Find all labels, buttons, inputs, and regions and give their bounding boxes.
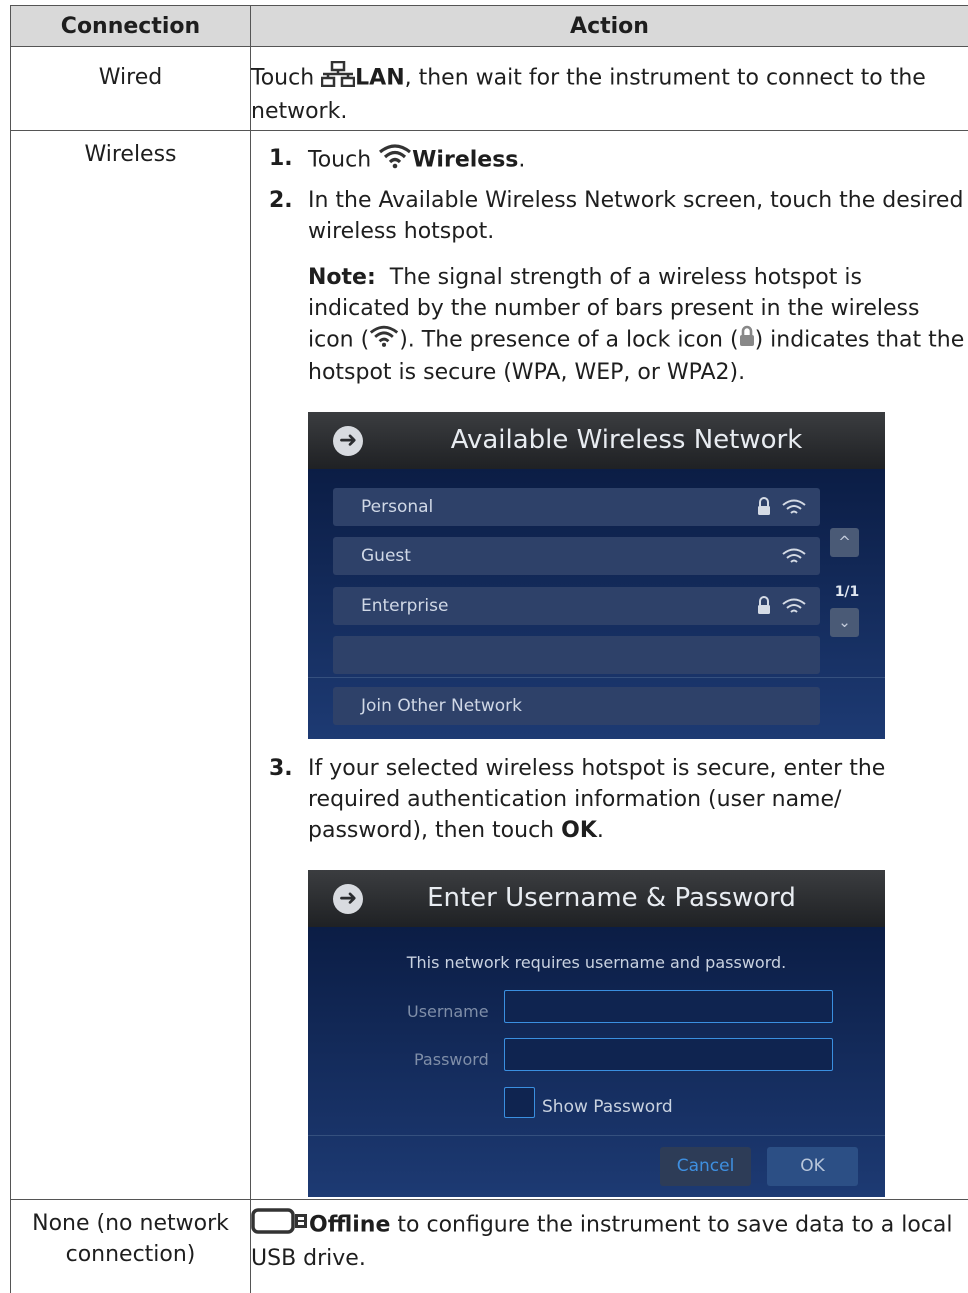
page-down-button[interactable]: ⌄ bbox=[830, 608, 859, 637]
action-cell-wired: Touch LAN, then wait for the instrument … bbox=[251, 47, 968, 131]
wifi-icon-inline bbox=[369, 324, 399, 357]
password-field[interactable] bbox=[504, 1038, 833, 1071]
wired-touch-text: Touch bbox=[251, 66, 314, 91]
show-password-label: Show Password bbox=[542, 1092, 673, 1123]
step-2: 2. In the Available Wireless Network scr… bbox=[251, 185, 968, 247]
wireless-screen-body: Personal bbox=[308, 469, 885, 739]
network-status-icons bbox=[756, 488, 808, 540]
table-row-wired: Wired Touch LAN, then wait for the instr… bbox=[11, 47, 968, 131]
header-action: Action bbox=[251, 6, 968, 47]
network-status-icons bbox=[756, 587, 808, 639]
offline-usb-icon bbox=[251, 1208, 309, 1243]
wifi-icon bbox=[378, 143, 412, 178]
login-screen-title: Enter Username & Password bbox=[338, 880, 885, 916]
lock-icon-inline bbox=[739, 325, 755, 356]
login-screen-body: This network requires username and passw… bbox=[308, 927, 885, 1197]
network-item-enterprise[interactable]: Enterprise bbox=[333, 587, 820, 625]
step-1-touch-text: Touch bbox=[308, 148, 371, 173]
network-name: Enterprise bbox=[361, 587, 448, 625]
wifi-icon bbox=[783, 501, 805, 514]
action-cell-wireless: 1. Touch Wireless. 2. In the Available W… bbox=[251, 131, 968, 1200]
network-status-icons bbox=[756, 537, 808, 589]
page-indicator: 1/1 bbox=[832, 577, 862, 608]
table-header-row: Connection Action bbox=[11, 6, 968, 47]
step-1-number: 1. bbox=[269, 143, 293, 174]
wireless-screen-title: Available Wireless Network bbox=[368, 422, 885, 458]
username-label: Username bbox=[407, 996, 489, 1027]
note-text-2: ). The presence of a lock icon ( bbox=[399, 328, 738, 353]
network-item-empty[interactable] bbox=[333, 636, 820, 674]
available-wireless-network-screenshot: ➜ Available Wireless Network Personal bbox=[308, 412, 885, 739]
lan-label: LAN bbox=[355, 66, 404, 91]
list-divider bbox=[308, 677, 885, 678]
lock-icon bbox=[756, 587, 808, 625]
login-screen-titlebar: ➜ Enter Username & Password bbox=[308, 870, 885, 927]
note: Note: The signal strength of a wireless … bbox=[251, 262, 968, 388]
header-connection: Connection bbox=[11, 6, 251, 47]
step-2-text: In the Available Wireless Network screen… bbox=[308, 188, 963, 244]
step-3-number: 3. bbox=[269, 753, 293, 784]
step-3: 3. If your selected wireless hotspot is … bbox=[251, 753, 968, 846]
wireless-screen-titlebar: ➜ Available Wireless Network bbox=[308, 412, 885, 469]
cancel-button[interactable]: Cancel bbox=[660, 1147, 751, 1186]
network-name: Personal bbox=[361, 488, 433, 526]
connection-cell-wireless: Wireless bbox=[11, 131, 251, 1200]
lock-icon bbox=[756, 488, 808, 526]
step-3-suffix: . bbox=[597, 818, 604, 843]
username-field[interactable] bbox=[504, 990, 833, 1023]
connection-table: Connection Action Wired Touch LAN, then … bbox=[10, 5, 968, 1293]
table-row-none: None (no network connection) Offline to … bbox=[11, 1200, 968, 1293]
lan-icon bbox=[321, 61, 355, 96]
action-cell-none: Offline to configure the instrument to s… bbox=[251, 1200, 968, 1293]
wifi-icon bbox=[783, 600, 805, 613]
step-2-number: 2. bbox=[269, 185, 293, 216]
offline-label: Offline bbox=[309, 1213, 390, 1238]
enter-username-password-screenshot: ➜ Enter Username & Password This network… bbox=[308, 870, 885, 1197]
connection-cell-none: None (no network connection) bbox=[11, 1200, 251, 1293]
step-1-suffix: . bbox=[518, 148, 525, 173]
step-1: 1. Touch Wireless. bbox=[251, 143, 968, 178]
show-password-checkbox[interactable] bbox=[504, 1087, 535, 1118]
wireless-label: Wireless bbox=[412, 148, 518, 173]
footer-divider bbox=[308, 1135, 885, 1136]
login-message: This network requires username and passw… bbox=[308, 947, 885, 978]
ok-button[interactable]: OK bbox=[767, 1147, 858, 1186]
back-arrow-icon[interactable]: ➜ bbox=[333, 426, 363, 456]
join-other-network-button[interactable]: Join Other Network bbox=[333, 687, 820, 725]
network-item-personal[interactable]: Personal bbox=[333, 488, 820, 526]
table-row-wireless: Wireless 1. Touch Wireless. 2. In the Av… bbox=[11, 131, 968, 1200]
ok-label: OK bbox=[561, 818, 597, 843]
connection-cell-wired: Wired bbox=[11, 47, 251, 131]
password-label: Password bbox=[414, 1044, 489, 1075]
page-up-button[interactable]: ^ bbox=[830, 528, 859, 557]
wifi-icon bbox=[756, 537, 808, 575]
network-item-guest[interactable]: Guest bbox=[333, 537, 820, 575]
network-name: Guest bbox=[361, 537, 411, 575]
join-other-network-label: Join Other Network bbox=[361, 687, 522, 725]
note-label: Note: bbox=[308, 265, 376, 290]
